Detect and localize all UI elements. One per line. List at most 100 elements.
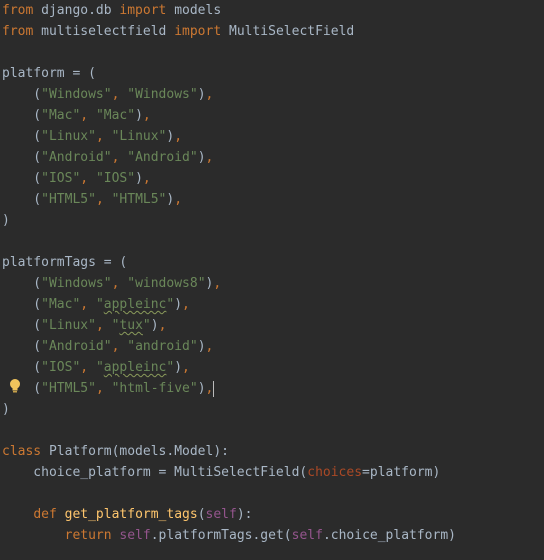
- code-token: ,: [174, 192, 183, 207]
- code-token: ):: [236, 507, 253, 522]
- code-line[interactable]: ("Android", "Android"),: [2, 147, 213, 168]
- code-token: ): [197, 87, 206, 102]
- code-token: ,: [213, 276, 222, 291]
- code-token: "HTML5": [111, 192, 167, 207]
- code-token: import: [119, 3, 167, 18]
- code-token: ": [95, 297, 104, 312]
- code-token: ,: [142, 171, 151, 186]
- text-caret: [213, 380, 215, 397]
- code-token: "Linux": [41, 318, 96, 333]
- code-token: (: [2, 360, 42, 375]
- code-token: =platform): [362, 465, 441, 480]
- code-token: ,: [182, 297, 190, 312]
- code-token: (: [2, 381, 42, 396]
- code-line[interactable]: ("HTML5", "html-five"),: [2, 378, 215, 399]
- code-token: from: [2, 24, 34, 39]
- code-token: class: [2, 444, 42, 459]
- code-token: "Linux": [111, 129, 167, 144]
- code-token: ): [150, 318, 159, 333]
- code-token: (: [2, 129, 42, 144]
- code-line[interactable]: ("Windows", "windows8"),: [2, 273, 221, 294]
- code-token: self: [205, 507, 237, 522]
- code-token: "windows8": [127, 276, 206, 291]
- code-line[interactable]: ("Linux", "tux"),: [2, 315, 166, 336]
- code-token: "Android": [41, 150, 112, 165]
- code-token: ,: [111, 87, 128, 102]
- code-token: "html-five": [111, 381, 198, 396]
- code-token: "Linux": [41, 129, 96, 144]
- code-token: "Mac": [41, 297, 81, 312]
- code-token: ": [142, 318, 151, 333]
- code-token: def: [33, 507, 57, 522]
- code-token: ": [95, 360, 104, 375]
- code-line[interactable]: ("IOS", "IOS"),: [2, 168, 151, 189]
- code-token: platformTags = (: [2, 255, 128, 270]
- code-line[interactable]: from django.db import models: [2, 0, 221, 21]
- code-line[interactable]: ("HTML5", "HTML5"),: [2, 189, 182, 210]
- code-line[interactable]: platformTags = (: [2, 252, 127, 273]
- code-token: "HTML5": [41, 192, 96, 207]
- code-token: ): [174, 360, 183, 375]
- code-token: ,: [205, 339, 214, 354]
- code-token: ,: [142, 108, 151, 123]
- code-token: choice_platform = MultiSelectField(: [2, 465, 308, 480]
- code-token: from: [2, 3, 34, 18]
- code-token: "Windows": [127, 87, 198, 102]
- code-token: ,: [80, 108, 96, 123]
- code-token: ,: [158, 318, 167, 333]
- code-line[interactable]: ("Windows", "Windows"),: [2, 84, 213, 105]
- code-token: (: [2, 339, 42, 354]
- code-token: ): [197, 381, 206, 396]
- code-token: (: [2, 192, 42, 207]
- code-token: return: [64, 528, 112, 543]
- code-token: (: [197, 507, 206, 522]
- code-line[interactable]: ): [2, 399, 10, 420]
- code-line[interactable]: ): [2, 210, 10, 231]
- code-token: "IOS": [41, 360, 81, 375]
- code-token: import: [174, 24, 222, 39]
- code-token: "android": [127, 339, 198, 354]
- code-line[interactable]: from multiselectfield import MultiSelect…: [2, 21, 354, 42]
- code-token: ,: [205, 150, 214, 165]
- code-token: appleinc: [103, 297, 167, 312]
- code-line[interactable]: return self.platformTags.get(self.choice…: [2, 525, 456, 546]
- code-line[interactable]: def get_platform_tags(self):: [2, 504, 252, 525]
- code-token: (: [2, 108, 42, 123]
- code-token: ,: [182, 360, 190, 375]
- code-token: self: [291, 528, 323, 543]
- code-token: ,: [95, 129, 112, 144]
- code-token: ): [174, 297, 183, 312]
- code-token: (: [2, 297, 42, 312]
- code-token: "IOS": [41, 171, 81, 186]
- code-token: ,: [95, 192, 112, 207]
- code-line[interactable]: platform = (: [2, 63, 96, 84]
- code-token: tux: [119, 318, 143, 333]
- code-editor[interactable]: from django.db import models from multise…: [0, 0, 544, 560]
- code-token: (: [2, 171, 42, 186]
- code-token: ,: [205, 87, 214, 102]
- code-token: ): [135, 171, 143, 186]
- code-token: "HTML5": [41, 381, 96, 396]
- code-token: MultiSelectField: [221, 24, 355, 39]
- code-token: "Android": [127, 150, 198, 165]
- code-token: django.db: [33, 3, 120, 18]
- code-token: "Android": [41, 339, 112, 354]
- code-line[interactable]: class Platform(models.Model):: [2, 441, 229, 462]
- code-token: "IOS": [95, 171, 136, 186]
- code-line[interactable]: ("IOS", "appleinc"),: [2, 357, 190, 378]
- code-line[interactable]: ("Mac", "appleinc"),: [2, 294, 190, 315]
- code-token: ,: [111, 276, 128, 291]
- code-line[interactable]: choice_platform = MultiSelectField(choic…: [2, 462, 440, 483]
- code-token: "Mac": [41, 108, 81, 123]
- code-token: choices: [307, 465, 363, 480]
- code-token: (: [2, 87, 42, 102]
- code-token: (: [2, 276, 42, 291]
- code-token: (: [2, 150, 42, 165]
- code-line[interactable]: ("Mac", "Mac"),: [2, 105, 151, 126]
- code-token: get_platform_tags: [64, 507, 198, 522]
- code-line[interactable]: ("Android", "android"),: [2, 336, 213, 357]
- code-line[interactable]: ("Linux", "Linux"),: [2, 126, 182, 147]
- intention-bulb-icon[interactable]: [9, 378, 21, 394]
- code-token: ,: [80, 171, 96, 186]
